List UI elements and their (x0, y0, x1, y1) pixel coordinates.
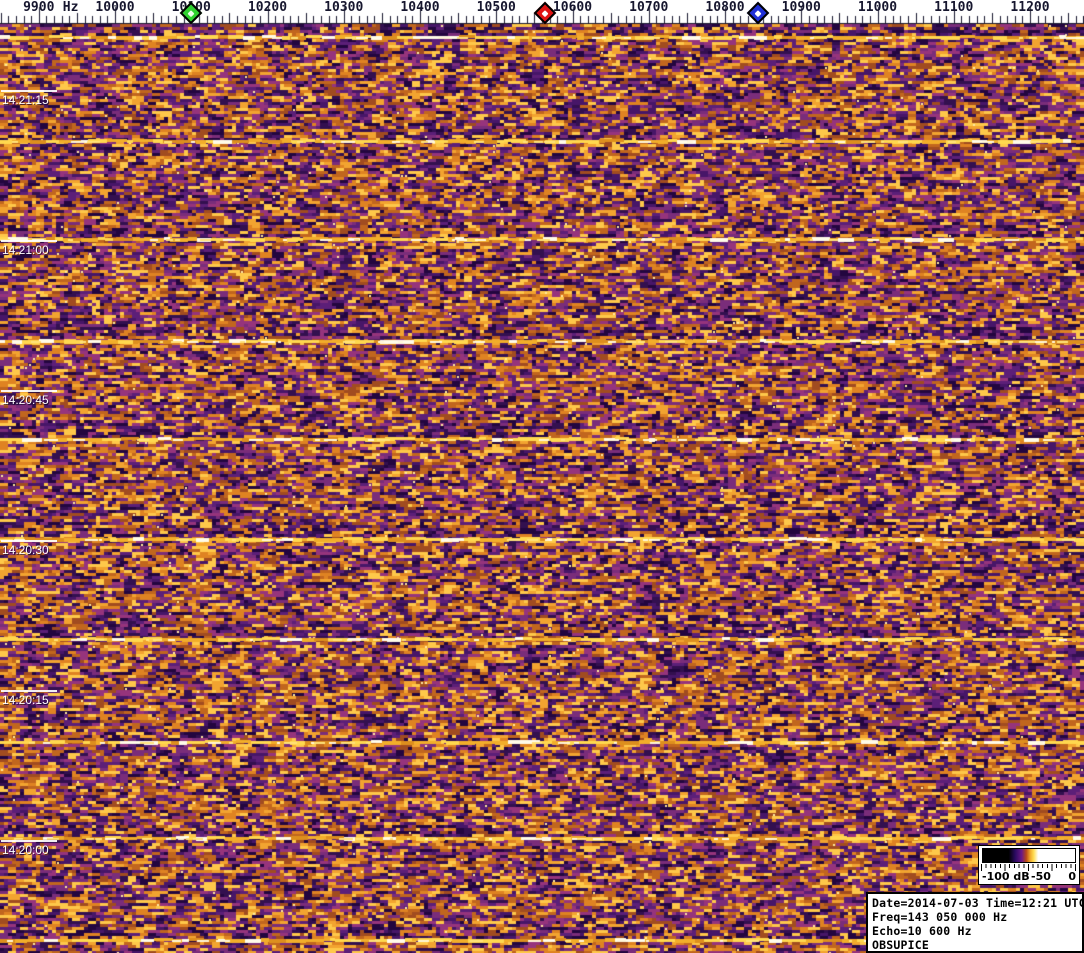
time-tick: 14:21:15 (0, 90, 90, 112)
freq-tick-label: 11000 (857, 0, 898, 15)
info-date-time: Date=2014-07-03 Time=12:21 UTC (872, 896, 1084, 910)
time-tick-label: 14:20:00 (2, 843, 49, 857)
intensity-gradient-bar (982, 848, 1076, 863)
freq-tick-label: 10400 (400, 0, 440, 15)
info-echo: Echo=10 600 Hz (872, 924, 972, 938)
freq-tick-label: 11100 (934, 0, 974, 15)
scale-label-min: -100 dB (982, 870, 1030, 883)
time-tick: 14:20:00 (0, 840, 90, 862)
time-tick-label: 14:21:15 (2, 93, 49, 107)
time-tick-label: 14:20:15 (2, 693, 49, 707)
blue-marker-center-dot (754, 10, 762, 18)
time-tick-mark (1, 840, 57, 842)
spectrogram-window: 9900100001010010200103001040010500106001… (0, 0, 1084, 953)
time-tick: 14:20:30 (0, 540, 90, 562)
freq-tick-label: 10900 (781, 0, 821, 15)
freq-tick-label: 10000 (95, 0, 135, 15)
info-frequency: Freq=143 050 000 Hz (872, 910, 1008, 924)
green-marker-center-dot (187, 10, 195, 18)
freq-axis-unit: Hz (62, 0, 79, 15)
freq-tick-label: 10700 (629, 0, 669, 15)
time-tick-mark (1, 540, 57, 542)
time-tick-label: 14:20:45 (2, 393, 49, 407)
freq-tick-label: 10500 (476, 0, 516, 15)
intensity-scale-legend: -100 dB -50 0 (978, 845, 1080, 885)
freq-tick-label: 10600 (552, 0, 593, 15)
time-tick-mark (1, 390, 57, 392)
scale-label-mid: -50 (1031, 870, 1051, 883)
time-tick-mark (1, 240, 57, 242)
waterfall-canvas (0, 0, 1084, 953)
time-tick-mark (1, 690, 57, 692)
freq-tick-label: 10300 (324, 0, 364, 15)
scale-label-max: 0 (1068, 870, 1076, 883)
info-station: OBSUPICE (872, 938, 929, 952)
time-tick-mark (1, 90, 57, 92)
red-marker-center-dot (541, 10, 549, 18)
time-tick-label: 14:21:00 (2, 243, 49, 257)
info-box: Date=2014-07-03 Time=12:21 UTC Freq=143 … (866, 892, 1084, 953)
time-tick: 14:20:15 (0, 690, 90, 712)
freq-tick-label: 10800 (705, 0, 745, 15)
time-tick: 14:20:45 (0, 390, 90, 412)
time-tick: 14:21:00 (0, 240, 90, 262)
freq-tick-label: 9900 (23, 0, 55, 15)
freq-tick-label: 10200 (247, 0, 288, 15)
time-tick-label: 14:20:30 (2, 543, 49, 557)
freq-tick-label: 11200 (1010, 0, 1050, 15)
